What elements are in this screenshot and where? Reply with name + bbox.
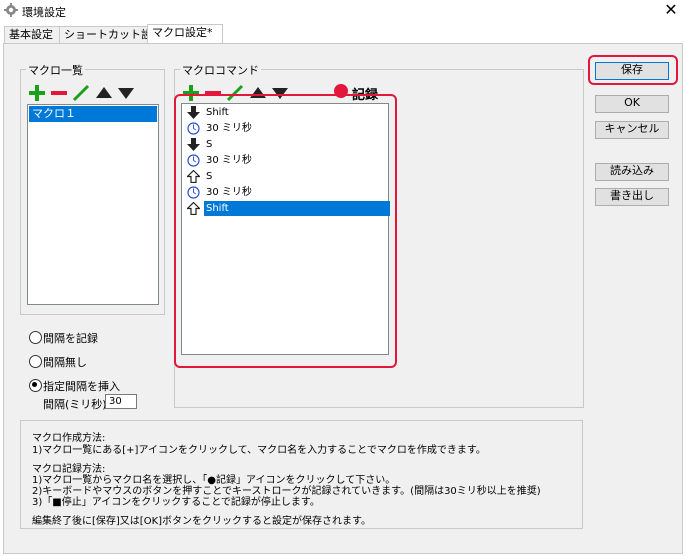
remove-macro-icon[interactable] [50,84,68,102]
list-item[interactable]: マクロ１ [29,106,157,122]
title-bar [0,0,686,22]
export-button[interactable]: 書き出し [595,188,669,206]
macro-list-label: マクロ一覧 [26,62,85,78]
window-title: 環境設定 [22,6,66,19]
interval-label: 間隔(ミリ秒): [43,398,111,411]
tab-macro-settings[interactable]: マクロ設定* [147,24,223,45]
radio-record-interval-label[interactable]: 間隔を記録 [43,330,98,346]
close-button[interactable]: ✕ [656,0,686,22]
radio-record-interval[interactable] [29,331,42,344]
tab-shortcut-settings[interactable]: ショートカット設定 [59,26,163,44]
move-down-icon[interactable] [117,84,135,102]
radio-no-interval-label[interactable]: 間隔無し [43,354,87,370]
macro-command-label: マクロコマンド [180,62,261,78]
edit-macro-icon[interactable] [72,84,90,102]
gear-icon [4,3,18,17]
radio-insert-interval[interactable] [29,379,42,392]
help-create-line: 1)マクロ一覧にある[+]アイコンをクリックして、マクロ名を入力することでマクロ… [32,445,486,456]
cancel-button[interactable]: キャンセル [595,121,669,139]
interval-input[interactable]: 30 [105,394,137,409]
radio-no-interval[interactable] [29,355,42,368]
ok-button[interactable]: OK [595,95,669,113]
save-button[interactable]: 保存 [595,62,669,80]
import-button[interactable]: 読み込み [595,163,669,181]
help-footer: 編集終了後に[保存]又は[OK]ボタンをクリックすると設定が保存されます。 [32,516,372,527]
tab-strip: 基本設定 ショートカット設定 マクロ設定* [0,24,686,45]
help-record-line: 3)「■停止」アイコンをクリックすることで記録が停止します。 [32,497,320,508]
move-up-icon[interactable] [95,84,113,102]
highlight-frame-commands [174,94,397,368]
radio-insert-interval-label[interactable]: 指定間隔を挿入 [43,378,120,394]
macro-list[interactable]: マクロ１ [27,104,159,305]
add-macro-icon[interactable] [28,84,46,102]
